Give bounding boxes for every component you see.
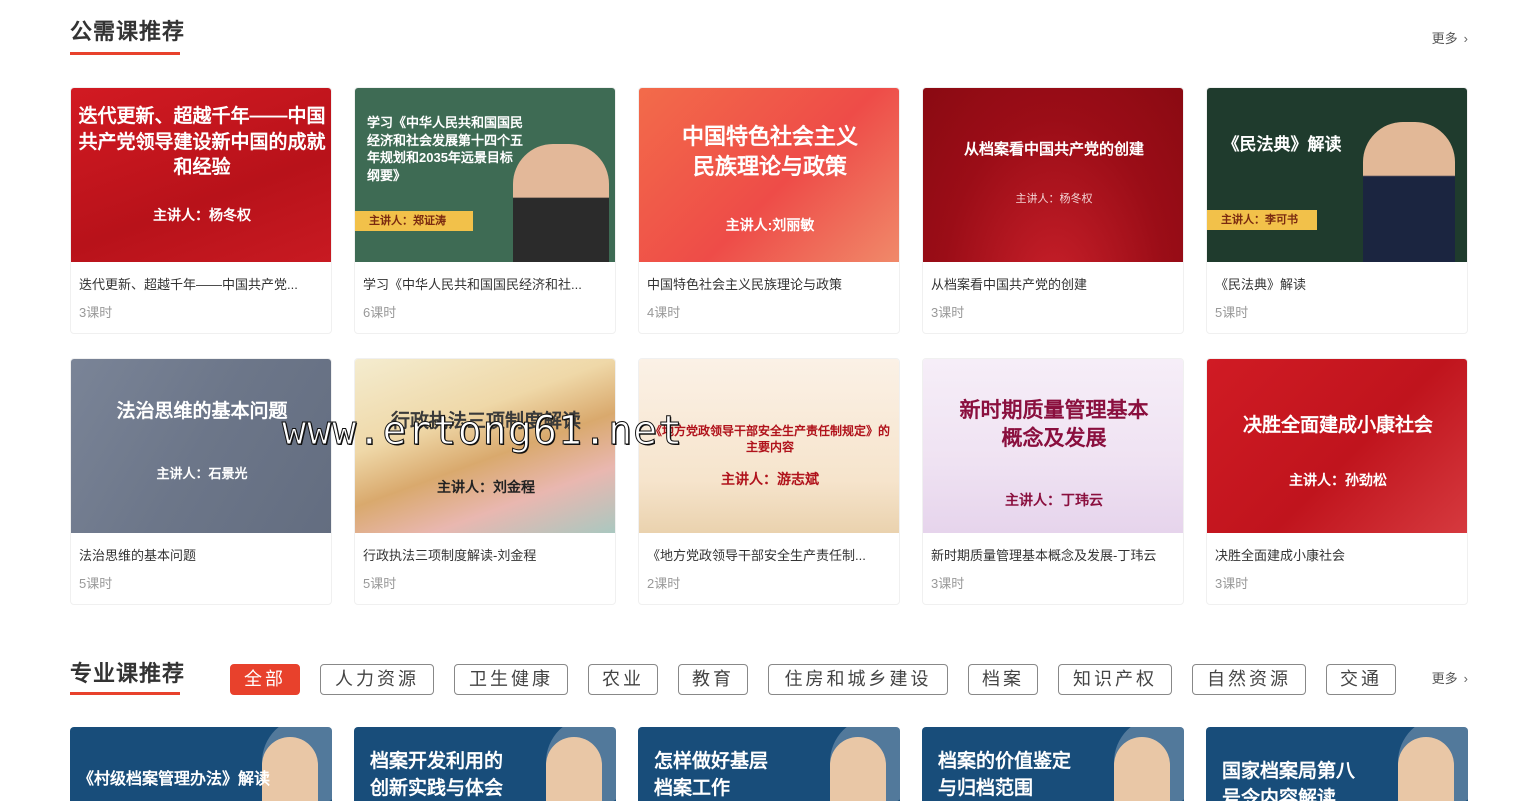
thumbnail-speaker: 主讲人：孙劲松 (1289, 472, 1387, 488)
public-more-link[interactable]: 更多 › (1432, 28, 1468, 47)
course-thumbnail: 法治思维的基本问题 主讲人：石景光 (71, 359, 331, 533)
course-card[interactable]: 决胜全面建成小康社会 主讲人：孙劲松 决胜全面建成小康社会 3课时 (1206, 358, 1468, 605)
public-section-title: 公需课推荐 (70, 19, 186, 44)
lecturer-photo (830, 737, 886, 801)
lecturer-photo (1363, 122, 1455, 262)
thumbnail-title: 《村级档案管理办法》解读 (78, 771, 271, 788)
chevron-right-icon: › (1463, 31, 1468, 46)
thumbnail-title: 新时期质量管理基本概念及发展 (959, 399, 1149, 451)
lecturer-photo (262, 737, 318, 801)
course-card[interactable]: 从档案看中国共产党的创建 主讲人：杨冬权 从档案看中国共产党的创建 3课时 (922, 87, 1184, 334)
course-thumbnail: 决胜全面建成小康社会 主讲人：孙劲松 (1207, 359, 1467, 533)
course-card[interactable]: 迭代更新、超越千年——中国共产党领导建设新中国的成就和经验 主讲人：杨冬权 迭代… (70, 87, 332, 334)
tab-transport[interactable]: 交通 (1326, 664, 1396, 695)
thumbnail-speaker: 主讲人：刘金程 (437, 479, 535, 495)
thumbnail-speaker: 主讲人：郑证涛 (369, 215, 446, 227)
section-underline (70, 692, 180, 695)
course-thumbnail: 《地方党政领导干部安全生产责任制规定》的主要内容 主讲人：游志斌 (639, 359, 899, 533)
public-section-header: 公需课推荐 更多 › (70, 14, 1468, 64)
course-hours: 5课时 (79, 576, 113, 591)
tab-education[interactable]: 教育 (678, 664, 748, 695)
tab-housing[interactable]: 住房和城乡建设 (768, 664, 948, 695)
thumbnail-title: 行政执法三项制度解读 (390, 411, 581, 432)
more-label: 更多 (1431, 671, 1458, 686)
course-card[interactable]: 《地方党政领导干部安全生产责任制规定》的主要内容 主讲人：游志斌 《地方党政领导… (638, 358, 900, 605)
lecturer-photo (1114, 737, 1170, 801)
course-thumbnail: 学习《中华人民共和国国民经济和社会发展第十四个五年规划和2035年远景目标纲要》… (355, 88, 615, 262)
course-name: 迭代更新、超越千年——中国共产党... (79, 277, 298, 292)
thumbnail-speaker: 主讲人：李可书 (1221, 214, 1298, 226)
course-name: 中国特色社会主义民族理论与政策 (647, 277, 843, 292)
pro-course-card[interactable]: 国家档案局第八号令内容解读 (1206, 727, 1468, 801)
course-name: 新时期质量管理基本概念及发展-丁玮云 (931, 548, 1157, 563)
thumbnail-speaker: 主讲人：杨冬权 (153, 207, 251, 223)
thumbnail-title: 《民法典》解读 (1222, 135, 1342, 154)
course-card[interactable]: 法治思维的基本问题 主讲人：石景光 法治思维的基本问题 5课时 (70, 358, 332, 605)
course-name: 从档案看中国共产党的创建 (931, 277, 1088, 292)
course-thumbnail: 迭代更新、超越千年——中国共产党领导建设新中国的成就和经验 主讲人：杨冬权 (71, 88, 331, 262)
thumbnail-speaker: 主讲人：游志斌 (721, 471, 819, 487)
thumbnail-title: 从档案看中国共产党的创建 (963, 141, 1144, 158)
lecturer-photo (513, 144, 609, 262)
course-hours: 5课时 (1215, 305, 1249, 320)
thumbnail-title: 法治思维的基本问题 (116, 401, 288, 422)
course-thumbnail: 新时期质量管理基本概念及发展 主讲人：丁玮云 (923, 359, 1183, 533)
chevron-right-icon: › (1463, 671, 1468, 686)
tab-all[interactable]: 全部 (230, 664, 300, 695)
pro-more-link[interactable]: 更多 › (1432, 668, 1468, 687)
tab-health[interactable]: 卫生健康 (454, 664, 568, 695)
course-hours: 3课时 (931, 576, 965, 591)
pro-course-card[interactable]: 《村级档案管理办法》解读 (70, 727, 332, 801)
thumbnail-title: 迭代更新、超越千年——中国共产党领导建设新中国的成就和经验 (78, 106, 326, 179)
course-hours: 3课时 (79, 305, 113, 320)
course-card[interactable]: 新时期质量管理基本概念及发展 主讲人：丁玮云 新时期质量管理基本概念及发展-丁玮… (922, 358, 1184, 605)
course-thumbnail: 从档案看中国共产党的创建 主讲人：杨冬权 (923, 88, 1183, 262)
tab-agriculture[interactable]: 农业 (588, 664, 658, 695)
pro-section-title: 专业课推荐 (70, 661, 186, 686)
lecturer-photo (546, 737, 602, 801)
course-name: 《民法典》解读 (1215, 277, 1307, 292)
thumbnail-title: 中国特色社会主义民族理论与政策 (681, 124, 858, 179)
course-hours: 3课时 (931, 305, 965, 320)
tab-human-resources[interactable]: 人力资源 (320, 664, 434, 695)
course-card[interactable]: 行政执法三项制度解读 主讲人：刘金程 行政执法三项制度解读-刘金程 5课时 (354, 358, 616, 605)
course-hours: 4课时 (647, 305, 681, 320)
course-thumbnail: 《民法典》解读 主讲人：李可书 (1207, 88, 1467, 262)
thumbnail-title: 国家档案局第八号令内容解读 (1222, 761, 1356, 801)
course-thumbnail: 中国特色社会主义民族理论与政策 主讲人:刘丽敏 (639, 88, 899, 262)
course-card[interactable]: 《民法典》解读 主讲人：李可书 《民法典》解读 5课时 (1206, 87, 1468, 334)
tab-natural-resources[interactable]: 自然资源 (1192, 664, 1306, 695)
course-hours: 5课时 (363, 576, 397, 591)
thumbnail-title: 决胜全面建成小康社会 (1242, 415, 1433, 436)
thumbnail-speaker: 主讲人：石景光 (156, 466, 248, 481)
course-hours: 6课时 (363, 305, 397, 320)
pro-course-card[interactable]: 档案的价值鉴定与归档范围 (922, 727, 1184, 801)
thumbnail-title: 《地方党政领导干部安全生产责任制规定》的主要内容 (649, 424, 890, 455)
tab-archives[interactable]: 档案 (968, 664, 1038, 695)
course-card[interactable]: 学习《中华人民共和国国民经济和社会发展第十四个五年规划和2035年远景目标纲要》… (354, 87, 616, 334)
tab-ip[interactable]: 知识产权 (1058, 664, 1172, 695)
more-label: 更多 (1431, 31, 1458, 46)
thumbnail-speaker: 主讲人：丁玮云 (1005, 492, 1103, 508)
thumbnail-title: 档案开发利用的创新实践与体会 (370, 751, 504, 799)
course-name: 决胜全面建成小康社会 (1215, 548, 1346, 563)
course-thumbnail: 行政执法三项制度解读 主讲人：刘金程 (355, 359, 615, 533)
course-name: 法治思维的基本问题 (79, 548, 197, 563)
course-card[interactable]: 中国特色社会主义民族理论与政策 主讲人:刘丽敏 中国特色社会主义民族理论与政策 … (638, 87, 900, 334)
public-course-grid: 迭代更新、超越千年——中国共产党领导建设新中国的成就和经验 主讲人：杨冬权 迭代… (70, 87, 1468, 607)
course-name: 学习《中华人民共和国国民经济和社... (363, 277, 582, 292)
course-name: 行政执法三项制度解读-刘金程 (363, 548, 537, 563)
pro-course-card[interactable]: 怎样做好基层档案工作 (638, 727, 900, 801)
thumbnail-title: 怎样做好基层档案工作 (654, 751, 769, 799)
course-hours: 3课时 (1215, 576, 1249, 591)
thumbnail-speaker: 主讲人:刘丽敏 (725, 217, 815, 233)
lecturer-photo (1398, 737, 1454, 801)
course-name: 《地方党政领导干部安全生产责任制... (647, 548, 866, 563)
thumbnail-title: 学习《中华人民共和国国民经济和社会发展第十四个五年规划和2035年远景目标纲要》 (367, 115, 524, 183)
pro-course-card[interactable]: 档案开发利用的创新实践与体会 (354, 727, 616, 801)
course-hours: 2课时 (647, 576, 681, 591)
section-underline (70, 52, 180, 55)
thumbnail-speaker: 主讲人：杨冬权 (1015, 193, 1093, 205)
thumbnail-title: 档案的价值鉴定与归档范围 (938, 751, 1072, 799)
